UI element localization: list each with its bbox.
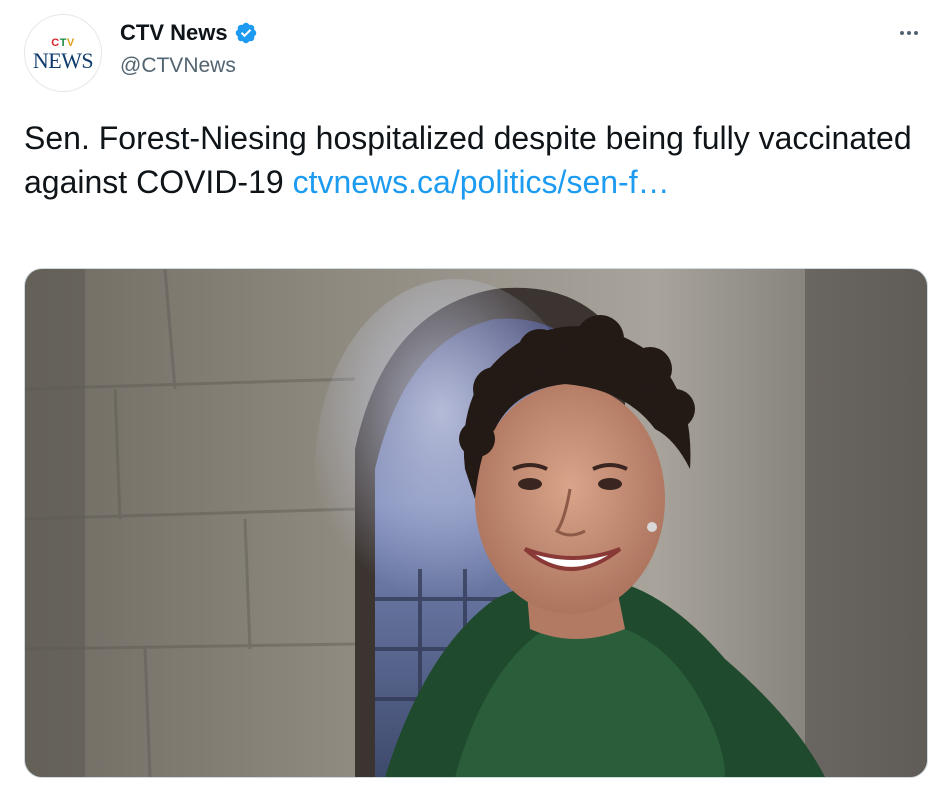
display-name[interactable]: CTV News [120,20,228,46]
user-handle[interactable]: @CTVNews [120,54,236,78]
photo-image [25,269,927,777]
tweet-card: CTV NEWS CTV News @CTVNews Sen. Forest-N… [0,0,942,798]
avatar[interactable]: CTV NEWS [24,14,102,92]
more-options-icon[interactable] [894,18,924,48]
verified-badge-icon [234,21,258,45]
tweet-photo[interactable] [24,268,928,778]
tweet-text: Sen. Forest-Niesing hospitalized despite… [24,116,918,204]
news-logo-text: NEWS [32,48,94,73]
tweet-link[interactable]: ctvnews.ca/politics/sen-f… [293,164,670,200]
author-name-row: CTV News [120,20,258,46]
